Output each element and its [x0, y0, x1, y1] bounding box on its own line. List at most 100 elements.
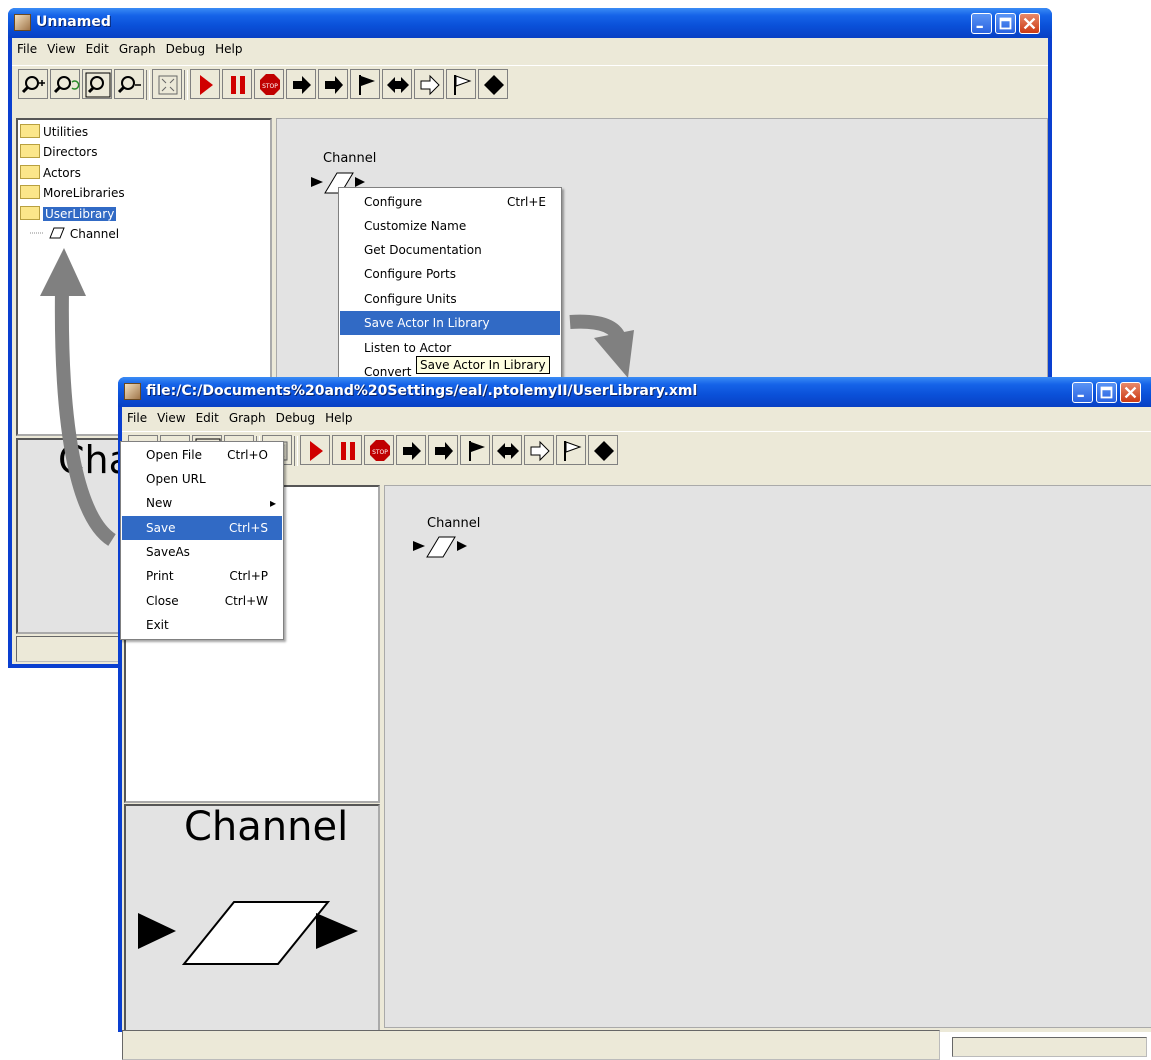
folder-icon [20, 185, 40, 199]
menu-item-open-file[interactable]: Open File Ctrl+O [122, 443, 282, 467]
output-multiport-button[interactable] [524, 435, 554, 465]
pause-icon [341, 442, 355, 460]
pause-button[interactable] [222, 69, 252, 99]
menu-item-save[interactable]: Save Ctrl+S [122, 516, 282, 540]
tree-item-utilities[interactable]: Utilities [20, 124, 88, 139]
output-port-button[interactable] [318, 69, 348, 99]
zoom-fit-button[interactable] [82, 69, 112, 99]
stop-button[interactable]: STOP [254, 69, 284, 99]
input-port-button[interactable] [396, 435, 426, 465]
zoom-in-button[interactable] [18, 69, 48, 99]
run-button[interactable] [300, 435, 330, 465]
maximize-button[interactable] [1096, 382, 1117, 403]
folder-icon [20, 165, 40, 179]
menu-bar: File View Edit Graph Debug Help [122, 407, 1151, 429]
input-output-multiport-button[interactable] [446, 69, 476, 99]
output-port-button[interactable] [428, 435, 458, 465]
file-menu: Open File Ctrl+O Open URL New ▸ Save Ctrl+S… [120, 441, 284, 640]
menu-debug[interactable]: Debug [271, 407, 320, 431]
tree-item-channel[interactable]: Channel [30, 226, 119, 241]
menu-graph[interactable]: Graph [224, 407, 271, 431]
pause-button[interactable] [332, 435, 362, 465]
input-output-port-button[interactable] [460, 435, 490, 465]
zoom-out-icon [117, 76, 141, 94]
close-button[interactable] [1019, 13, 1040, 34]
run-icon [200, 75, 213, 95]
tree-item-actors[interactable]: Actors [20, 165, 81, 180]
stop-icon: STOP [260, 74, 280, 95]
app-icon [124, 383, 141, 400]
input-multiport-icon [497, 443, 519, 459]
relation-button[interactable] [478, 69, 508, 99]
zoom-reset-icon [53, 76, 80, 94]
input-multiport-button[interactable] [492, 435, 522, 465]
graph-canvas[interactable]: Channel [384, 485, 1151, 1028]
stop-button[interactable]: STOP [364, 435, 394, 465]
actor-label: Channel [427, 516, 481, 531]
menu-item-open-url[interactable]: Open URL [122, 467, 282, 491]
tree-item-userlibrary[interactable]: UserLibrary [20, 206, 117, 221]
app-icon [14, 14, 31, 31]
channel-preview-icon [138, 901, 358, 965]
input-output-multiport-icon [454, 75, 472, 95]
input-port-icon [403, 442, 421, 460]
menu-edit[interactable]: Edit [191, 407, 224, 431]
menu-edit[interactable]: Edit [81, 38, 114, 62]
stop-icon: STOP [370, 440, 390, 461]
close-button[interactable] [1120, 382, 1141, 403]
input-multiport-button[interactable] [382, 69, 412, 99]
menu-item-get-documentation[interactable]: Get Documentation [340, 238, 560, 262]
svg-text:STOP: STOP [372, 449, 388, 456]
title-bar[interactable]: Unnamed [8, 8, 1052, 38]
menu-item-new[interactable]: New ▸ [122, 491, 282, 515]
output-multiport-button[interactable] [414, 69, 444, 99]
input-multiport-icon [387, 77, 409, 93]
input-port-button[interactable] [286, 69, 316, 99]
full-screen-button[interactable] [152, 69, 182, 99]
menu-file[interactable]: File [122, 407, 152, 431]
output-multiport-icon [420, 74, 440, 96]
menu-item-customize-name[interactable]: Customize Name [340, 214, 560, 238]
status-bar [122, 1030, 940, 1060]
channel-icon [30, 227, 65, 239]
minimize-button[interactable] [971, 13, 992, 34]
output-port-icon [435, 442, 453, 460]
folder-icon [20, 144, 40, 158]
input-output-multiport-icon [564, 441, 582, 461]
menu-view[interactable]: View [42, 38, 80, 62]
maximize-button[interactable] [995, 13, 1016, 34]
actor-label: Channel [323, 151, 377, 166]
menu-debug[interactable]: Debug [161, 38, 210, 62]
title-bar[interactable]: file:/C:/Documents%20and%20Settings/eal/… [118, 377, 1151, 407]
zoom-fit-icon [85, 72, 111, 98]
menu-graph[interactable]: Graph [114, 38, 161, 62]
menu-item-saveas[interactable]: SaveAs [122, 540, 282, 564]
menu-help[interactable]: Help [320, 407, 357, 431]
tree-item-morelibraries[interactable]: MoreLibraries [20, 185, 125, 200]
zoom-reset-button[interactable] [50, 69, 80, 99]
menu-item-configure-units[interactable]: Configure Units [340, 287, 560, 311]
menu-item-save-actor-in-library[interactable]: Save Actor In Library [340, 311, 560, 335]
input-output-multiport-button[interactable] [556, 435, 586, 465]
channel-actor[interactable] [409, 533, 479, 559]
relation-icon [484, 75, 504, 95]
relation-icon [594, 441, 614, 461]
relation-button[interactable] [588, 435, 618, 465]
menu-item-close[interactable]: Close Ctrl+W [122, 589, 282, 613]
menu-file[interactable]: File [12, 38, 42, 62]
minimize-button[interactable] [1072, 382, 1093, 403]
output-port-icon [325, 76, 343, 94]
input-output-port-icon [359, 75, 375, 95]
window-title: Unnamed [36, 14, 111, 30]
tree-item-directors[interactable]: Directors [20, 144, 97, 159]
menu-view[interactable]: View [152, 407, 190, 431]
menu-item-configure[interactable]: Configure Ctrl+E [340, 190, 560, 214]
menu-help[interactable]: Help [210, 38, 247, 62]
input-output-port-button[interactable] [350, 69, 380, 99]
submenu-arrow-icon: ▸ [269, 496, 276, 510]
zoom-out-button[interactable] [114, 69, 144, 99]
menu-item-print[interactable]: Print Ctrl+P [122, 564, 282, 588]
menu-item-exit[interactable]: Exit [122, 613, 282, 637]
menu-item-configure-ports[interactable]: Configure Ports [340, 262, 560, 286]
run-button[interactable] [190, 69, 220, 99]
